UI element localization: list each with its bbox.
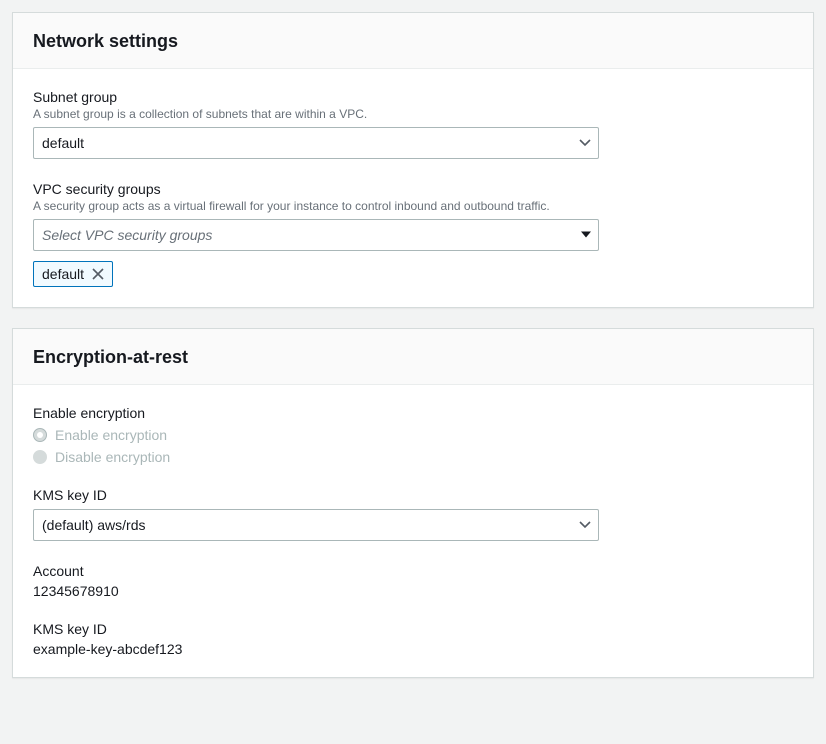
security-group-token-label: default (42, 266, 84, 282)
subnet-group-label: Subnet group (33, 89, 793, 105)
subnet-group-select[interactable]: default (33, 127, 599, 159)
enable-encryption-radio-label: Enable encryption (55, 427, 167, 443)
encryption-radio-group: Enable encryption Disable encryption (33, 427, 793, 465)
enable-encryption-field: Enable encryption Enable encryption Disa… (33, 405, 793, 465)
vpc-security-groups-placeholder: Select VPC security groups (33, 219, 599, 251)
account-label: Account (33, 563, 793, 579)
encryption-panel: Encryption-at-rest Enable encryption Ena… (12, 328, 814, 678)
close-icon[interactable] (92, 268, 104, 280)
kms-key-id-select-value: (default) aws/rds (33, 509, 599, 541)
network-settings-body: Subnet group A subnet group is a collect… (13, 69, 813, 307)
enable-encryption-label: Enable encryption (33, 405, 793, 421)
network-settings-header: Network settings (13, 13, 813, 69)
network-settings-panel: Network settings Subnet group A subnet g… (12, 12, 814, 308)
encryption-header: Encryption-at-rest (13, 329, 813, 385)
kms-key-id-field: KMS key ID (default) aws/rds (33, 487, 793, 541)
subnet-group-select-value: default (33, 127, 599, 159)
security-group-token: default (33, 261, 113, 287)
kms-key-id-readonly-field: KMS key ID example-key-abcdef123 (33, 621, 793, 657)
kms-key-id-label: KMS key ID (33, 487, 793, 503)
disable-encryption-radio-label: Disable encryption (55, 449, 170, 465)
radio-icon (33, 450, 47, 464)
vpc-security-groups-tokens: default (33, 261, 793, 287)
enable-encryption-radio[interactable]: Enable encryption (33, 427, 793, 443)
account-field: Account 12345678910 (33, 563, 793, 599)
radio-icon (33, 428, 47, 442)
vpc-security-groups-field: VPC security groups A security group act… (33, 181, 793, 287)
subnet-group-field: Subnet group A subnet group is a collect… (33, 89, 793, 159)
kms-key-id-readonly-value: example-key-abcdef123 (33, 641, 793, 657)
kms-key-id-select[interactable]: (default) aws/rds (33, 509, 599, 541)
subnet-group-help: A subnet group is a collection of subnet… (33, 107, 793, 121)
vpc-security-groups-select[interactable]: Select VPC security groups (33, 219, 599, 251)
network-settings-title: Network settings (33, 31, 793, 52)
kms-key-id-readonly-label: KMS key ID (33, 621, 793, 637)
vpc-security-groups-help: A security group acts as a virtual firew… (33, 199, 793, 213)
encryption-body: Enable encryption Enable encryption Disa… (13, 385, 813, 677)
account-value: 12345678910 (33, 583, 793, 599)
disable-encryption-radio[interactable]: Disable encryption (33, 449, 793, 465)
vpc-security-groups-label: VPC security groups (33, 181, 793, 197)
encryption-title: Encryption-at-rest (33, 347, 793, 368)
